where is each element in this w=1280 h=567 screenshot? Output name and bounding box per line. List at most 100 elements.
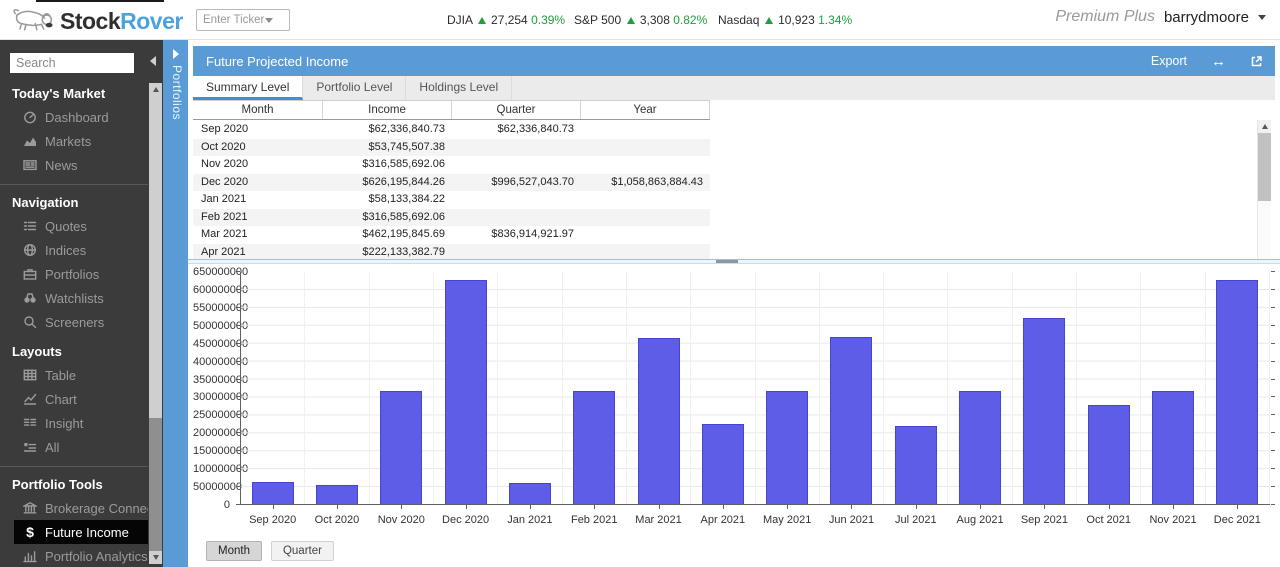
search-input[interactable] <box>10 53 134 73</box>
sidebar-item-insight[interactable]: Insight <box>0 411 148 435</box>
x-axis-tick <box>723 505 724 509</box>
column-header-quarter[interactable]: Quarter <box>452 101 581 119</box>
column-header-month[interactable]: Month <box>193 101 323 119</box>
table-row[interactable]: Feb 2021$316,585,692.06 <box>193 209 710 227</box>
y-axis-label: 500000000 <box>193 320 235 332</box>
column-header-year[interactable]: Year <box>581 101 710 119</box>
column-header-income[interactable]: Income <box>323 101 452 119</box>
sidebar-scrollbar-track[interactable] <box>149 83 162 564</box>
x-axis-tick <box>273 505 274 509</box>
bar-sep-2021 <box>1023 318 1065 504</box>
sidebar-item-chart[interactable]: Chart <box>0 387 148 411</box>
y-axis-tick <box>236 325 240 326</box>
bar-dec-2020 <box>445 280 487 504</box>
table-row[interactable]: Mar 2021$462,195,845.69$836,914,921.97 <box>193 226 710 244</box>
tab-holdings-level[interactable]: Holdings Level <box>406 76 512 100</box>
table-scrollbar-thumb[interactable] <box>1258 133 1271 201</box>
page-title: Future Projected Income <box>193 54 1151 69</box>
sidebar-item-brokerage-connect[interactable]: Brokerage Connect <box>0 496 148 520</box>
y-axis-tick <box>236 504 240 505</box>
table-row[interactable]: Oct 2020$53,745,507.38 <box>193 139 710 157</box>
export-button[interactable]: Export <box>1151 54 1187 68</box>
sidebar-item-future-income[interactable]: $Future Income <box>14 520 148 544</box>
sidebar-item-indices[interactable]: Indices <box>0 238 148 262</box>
sidebar-item-label: Dashboard <box>45 110 109 125</box>
ticker-search-box <box>196 9 290 31</box>
chart-category-cell: Dec 2020 <box>434 272 498 504</box>
sidebar-item-markets[interactable]: Markets <box>0 129 148 153</box>
bar-mar-2021 <box>638 338 680 504</box>
resize-horizontal-icon[interactable]: ↔ <box>1211 54 1226 69</box>
chart-icon <box>22 392 38 406</box>
quotes-icon <box>22 219 38 233</box>
watchlists-icon <box>22 291 38 305</box>
cell-quarter: $62,336,840.73 <box>452 121 581 139</box>
portfolios-collapsed-panel[interactable]: Portfolios <box>163 40 188 567</box>
chart-category-cell: May 2021 <box>756 272 820 504</box>
ticker-input[interactable] <box>197 14 265 26</box>
cell-year <box>581 121 710 139</box>
chart-category-cell: Oct 2020 <box>305 272 369 504</box>
cell-year <box>581 191 710 209</box>
sidebar-item-label: All <box>45 440 59 455</box>
y-axis-label: 0 <box>193 499 235 511</box>
chart-category-cell: Mar 2021 <box>627 272 691 504</box>
y-axis-tick <box>236 450 240 451</box>
cell-month: Jan 2021 <box>193 191 323 209</box>
scroll-up-arrow-icon[interactable] <box>149 83 162 96</box>
tab-summary-level[interactable]: Summary Level <box>193 76 303 100</box>
scroll-up-arrow-icon[interactable] <box>1258 120 1271 133</box>
sidebar-item-all[interactable]: All <box>0 435 148 459</box>
y-axis-right-tick <box>1271 271 1275 272</box>
sidebar-item-label: Quotes <box>45 219 87 234</box>
x-axis-tick <box>980 505 981 509</box>
y-axis-label: 650000000 <box>193 266 235 278</box>
sidebar-item-news[interactable]: News <box>0 153 148 177</box>
table-row[interactable]: Dec 2020$626,195,844.26$996,527,043.70$1… <box>193 174 710 192</box>
markets-icon <box>22 134 38 148</box>
sidebar-item-watchlists[interactable]: Watchlists <box>0 286 148 310</box>
x-axis-tick <box>530 505 531 509</box>
sidebar-item-quotes[interactable]: Quotes <box>0 214 148 238</box>
table-row[interactable]: Nov 2020$316,585,692.06 <box>193 156 710 174</box>
table-row[interactable]: Sep 2020$62,336,840.73$62,336,840.73 <box>193 121 710 139</box>
sidebar-item-dashboard[interactable]: Dashboard <box>0 105 148 129</box>
stockrover-logo[interactable]: StockRover <box>10 3 183 40</box>
user-menu[interactable]: Premium Plus barrydmoore <box>1055 8 1266 26</box>
x-axis-label: Jun 2021 <box>820 514 883 526</box>
tab-portfolio-level[interactable]: Portfolio Level <box>303 76 406 100</box>
cell-year <box>581 226 710 244</box>
scroll-down-arrow-icon[interactable] <box>149 551 162 564</box>
ticker-dropdown-caret-icon[interactable] <box>265 18 273 23</box>
table-row[interactable]: Jan 2021$58,133,384.22 <box>193 191 710 209</box>
y-axis-tick <box>236 414 240 415</box>
x-axis-label: Jul 2021 <box>884 514 947 526</box>
x-axis-tick <box>787 505 788 509</box>
month-button[interactable]: Month <box>206 541 262 561</box>
splitter-drag-handle[interactable] <box>716 260 738 263</box>
sidebar-scrollbar-thumb[interactable] <box>149 96 162 418</box>
x-axis-label: Feb 2021 <box>563 514 626 526</box>
y-axis-right-tick <box>1271 450 1275 451</box>
y-axis-tick <box>236 271 240 272</box>
index-quote-nasdaq: Nasdaq 10,923 1.34% <box>718 13 852 27</box>
bar-aug-2021 <box>959 391 1001 504</box>
cell-quarter <box>452 209 581 227</box>
x-axis-label: Oct 2020 <box>305 514 368 526</box>
sidebar-item-portfolio-analytics[interactable]: Portfolio Analytics <box>0 544 148 567</box>
x-axis-tick <box>659 505 660 509</box>
sidebar-item-portfolios[interactable]: Portfolios <box>0 262 148 286</box>
quarter-button[interactable]: Quarter <box>271 541 334 561</box>
sidebar-item-screeners[interactable]: Screeners <box>0 310 148 334</box>
sidebar-item-table[interactable]: Table <box>0 363 148 387</box>
open-in-new-window-icon[interactable] <box>1250 55 1263 68</box>
username-label: barrydmoore <box>1164 9 1249 26</box>
x-axis-label: Sep 2021 <box>1013 514 1076 526</box>
screeners-icon <box>22 315 38 329</box>
y-axis-label: 300000000 <box>193 391 235 403</box>
cell-month: Feb 2021 <box>193 209 323 227</box>
x-axis-tick <box>1109 505 1110 509</box>
y-axis-tick <box>236 379 240 380</box>
chart-category-cell: Nov 2021 <box>1141 272 1205 504</box>
sidebar-collapse-arrow-icon[interactable] <box>150 56 156 66</box>
